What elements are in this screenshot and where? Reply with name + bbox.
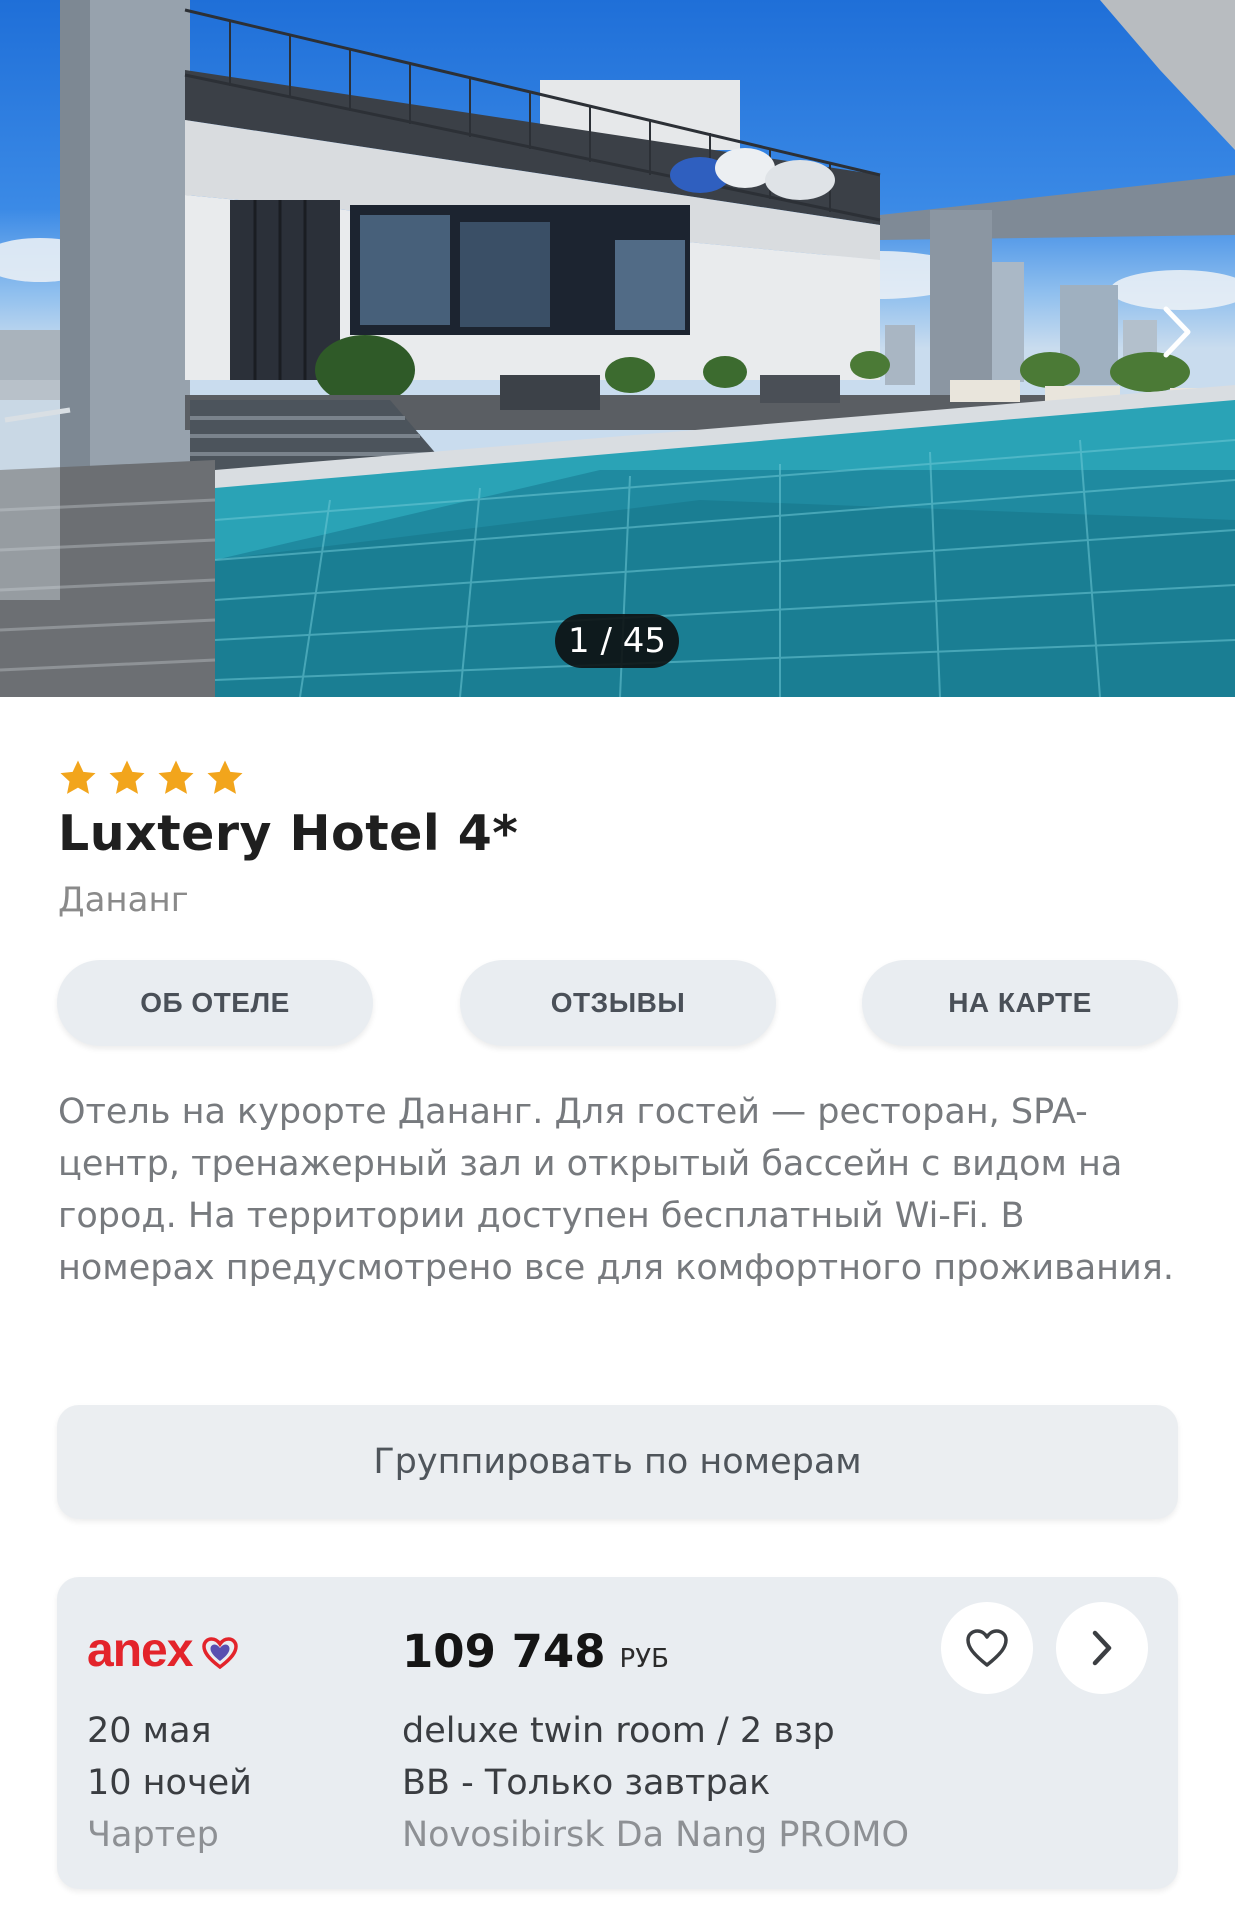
operator-logo-text: anex bbox=[87, 1624, 193, 1677]
heart-outline-icon bbox=[966, 1629, 1008, 1667]
price-currency: РУБ bbox=[619, 1644, 669, 1674]
tab-about-hotel[interactable]: ОБ ОТЕЛЕ bbox=[57, 960, 373, 1046]
open-offer-button[interactable] bbox=[1056, 1602, 1148, 1694]
chevron-right-icon bbox=[1163, 306, 1191, 358]
operator-logo: anex bbox=[87, 1624, 239, 1677]
hotel-city: Дананг bbox=[58, 880, 189, 920]
offer-tour-name: Novosibirsk Da Nang PROMO bbox=[402, 1815, 910, 1855]
price-value: 109 748 bbox=[402, 1625, 606, 1678]
photo-counter: 1 / 45 bbox=[555, 614, 679, 668]
hotel-name: Luxtery Hotel 4* bbox=[58, 805, 519, 862]
favorite-button[interactable] bbox=[941, 1602, 1033, 1694]
offer-details: deluxe twin room / 2 взр BB - Только зав… bbox=[402, 1705, 909, 1861]
offer-price: 109 748 РУБ bbox=[402, 1625, 669, 1678]
hotel-photo bbox=[0, 0, 1235, 697]
group-by-rooms-button[interactable]: Группировать по номерам bbox=[57, 1405, 1178, 1519]
offer-date: 20 мая bbox=[87, 1711, 212, 1751]
tour-offer-card[interactable]: anex 109 748 РУБ 20 мая 10 ночей Чартер … bbox=[57, 1577, 1178, 1889]
offer-room: deluxe twin room / 2 взр bbox=[402, 1711, 835, 1751]
gallery-next-button[interactable] bbox=[1160, 305, 1216, 375]
hotel-star-rating bbox=[58, 758, 245, 798]
star-icon bbox=[158, 760, 194, 794]
star-icon bbox=[109, 760, 145, 794]
star-icon bbox=[207, 760, 243, 794]
hotel-description: Отель на курорте Дананг. Для гостей — ре… bbox=[58, 1092, 1174, 1288]
offer-meal: BB - Только завтрак bbox=[402, 1763, 771, 1803]
chevron-right-icon bbox=[1092, 1630, 1112, 1666]
offer-flight-type: Чартер bbox=[87, 1815, 219, 1855]
offer-nights: 10 ночей bbox=[87, 1763, 252, 1803]
offer-dates: 20 мая 10 ночей Чартер bbox=[87, 1705, 252, 1861]
hotel-photo-gallery[interactable]: 1 / 45 bbox=[0, 0, 1235, 697]
hotel-tabs: ОБ ОТЕЛЕ ОТЗЫВЫ НА КАРТЕ bbox=[57, 960, 1178, 1046]
star-icon bbox=[60, 760, 96, 794]
operator-heart-icon bbox=[202, 1637, 239, 1669]
tab-on-map[interactable]: НА КАРТЕ bbox=[862, 960, 1178, 1046]
tab-reviews[interactable]: ОТЗЫВЫ bbox=[460, 960, 776, 1046]
